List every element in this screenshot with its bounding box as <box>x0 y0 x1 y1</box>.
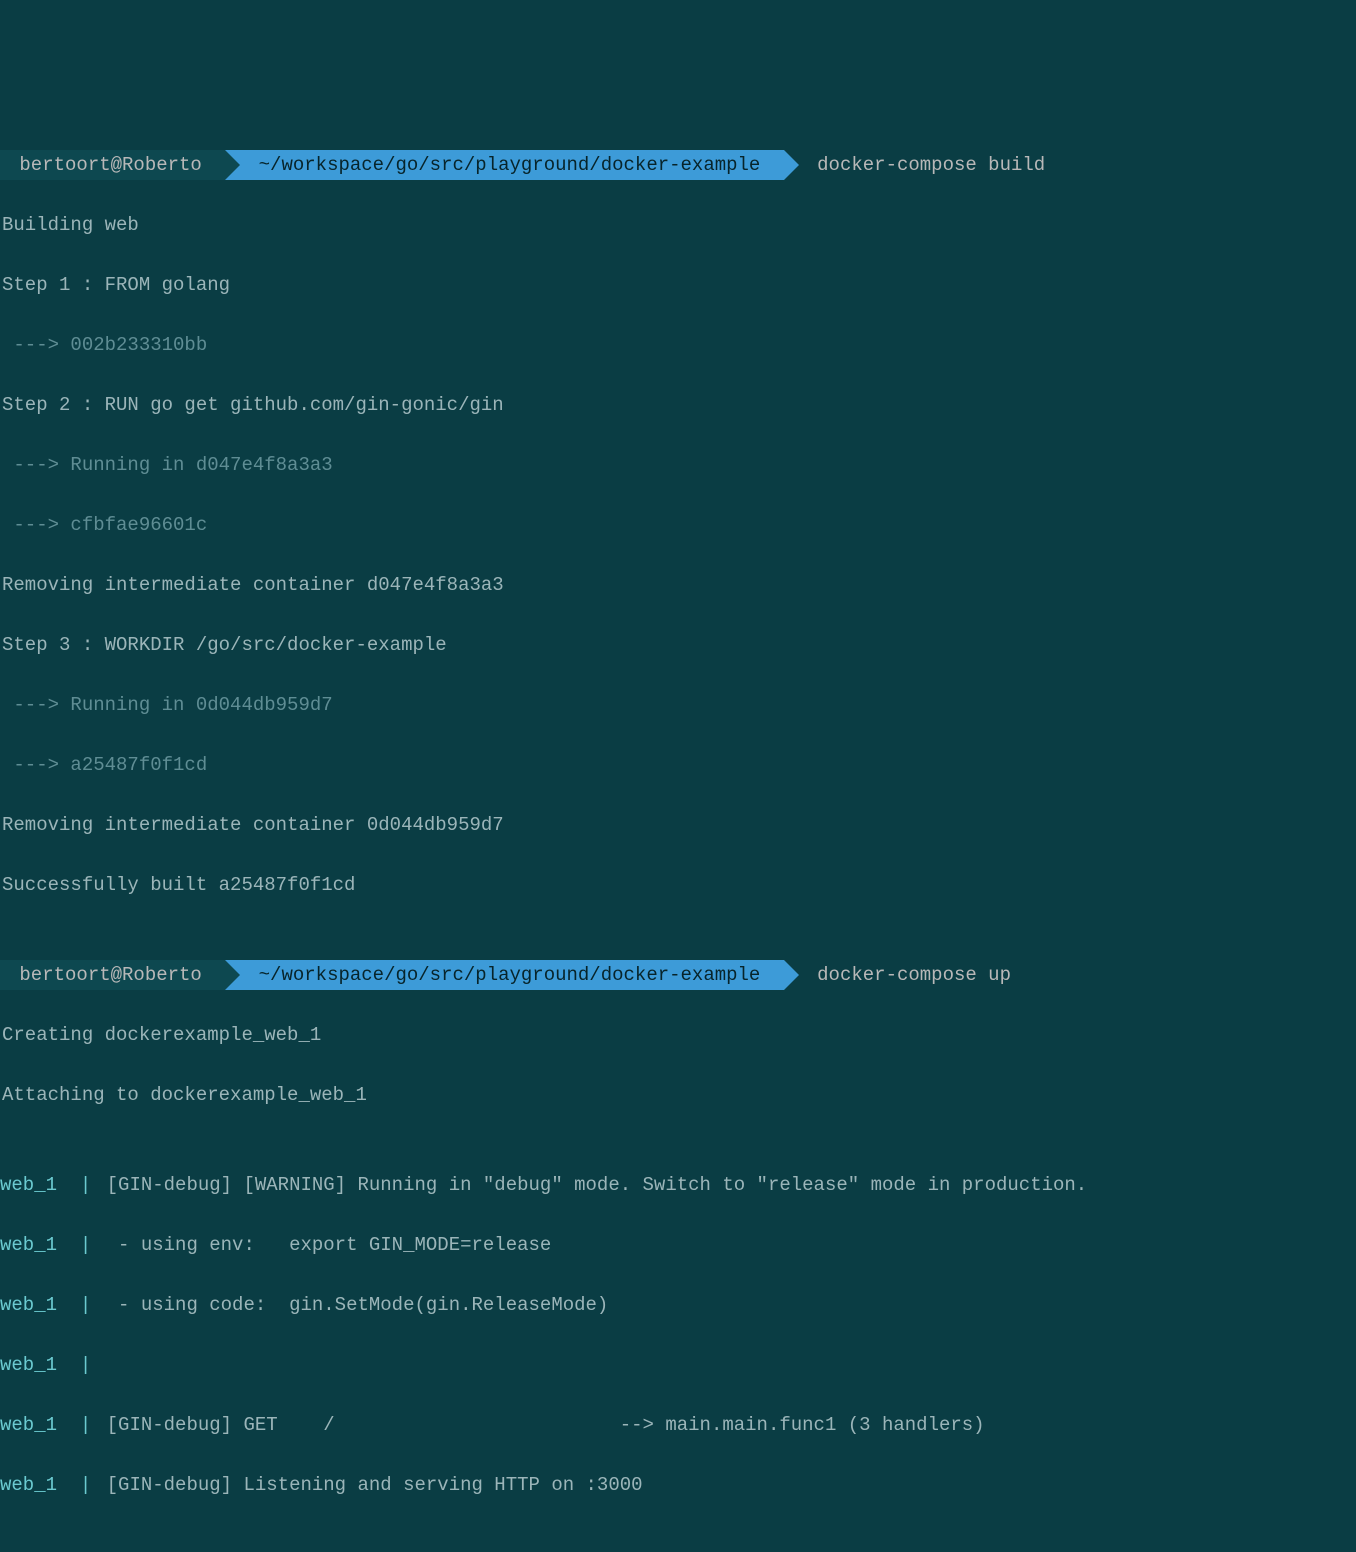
service-name: web_1 <box>0 1410 57 1440</box>
log-line: web_1 | [GIN-debug] GET / --> main.main.… <box>0 1410 1356 1440</box>
service-name: web_1 <box>0 1170 57 1200</box>
output-line: Removing intermediate container d047e4f8… <box>0 570 1356 600</box>
log-text: [GIN-debug] GET / --> main.main.func1 (3… <box>105 1410 985 1440</box>
service-name: web_1 <box>0 1350 57 1380</box>
log-text: [GIN-debug] [WARNING] Running in "debug"… <box>105 1170 1088 1200</box>
prompt-line-2: bertoort@Roberto ~/workspace/go/src/play… <box>0 960 1356 990</box>
log-line: web_1 | <box>0 1350 1356 1380</box>
output-line: Step 3 : WORKDIR /go/src/docker-example <box>0 630 1356 660</box>
output-line: ---> Running in 0d044db959d7 <box>0 690 1356 720</box>
terminal-window[interactable]: bertoort@Roberto ~/workspace/go/src/play… <box>0 90 1356 1552</box>
log-text: - using env: export GIN_MODE=release <box>105 1230 552 1260</box>
log-line: web_1 | - using code: gin.SetMode(gin.Re… <box>0 1290 1356 1320</box>
output-line: Attaching to dockerexample_web_1 <box>0 1080 1356 1110</box>
log-line: web_1 | [GIN-debug] [WARNING] Running in… <box>0 1170 1356 1200</box>
output-line: Step 1 : FROM golang <box>0 270 1356 300</box>
service-name: web_1 <box>0 1470 57 1500</box>
prompt-command: docker-compose build <box>784 150 1045 180</box>
service-name: web_1 <box>0 1290 57 1320</box>
prompt-line-1: bertoort@Roberto ~/workspace/go/src/play… <box>0 150 1356 180</box>
log-text <box>91 1350 93 1380</box>
prompt-command: docker-compose up <box>784 960 1011 990</box>
log-line: web_1 | [GIN-debug] Listening and servin… <box>0 1470 1356 1500</box>
log-text: [GIN-debug] Listening and serving HTTP o… <box>105 1470 643 1500</box>
output-line: Step 2 : RUN go get github.com/gin-gonic… <box>0 390 1356 420</box>
output-line: Successfully built a25487f0f1cd <box>0 870 1356 900</box>
prompt-path: ~/workspace/go/src/playground/docker-exa… <box>225 150 784 180</box>
output-line: Removing intermediate container 0d044db9… <box>0 810 1356 840</box>
service-name: web_1 <box>0 1230 57 1260</box>
prompt-user: bertoort@Roberto <box>0 960 225 990</box>
log-text: - using code: gin.SetMode(gin.ReleaseMod… <box>105 1290 609 1320</box>
output-line: ---> 002b233310bb <box>0 330 1356 360</box>
output-line: Building web <box>0 210 1356 240</box>
output-line: ---> cfbfae96601c <box>0 510 1356 540</box>
output-line: ---> Running in d047e4f8a3a3 <box>0 450 1356 480</box>
log-line: web_1 | - using env: export GIN_MODE=rel… <box>0 1230 1356 1260</box>
output-line: Creating dockerexample_web_1 <box>0 1020 1356 1050</box>
prompt-path: ~/workspace/go/src/playground/docker-exa… <box>225 960 784 990</box>
prompt-user: bertoort@Roberto <box>0 150 225 180</box>
